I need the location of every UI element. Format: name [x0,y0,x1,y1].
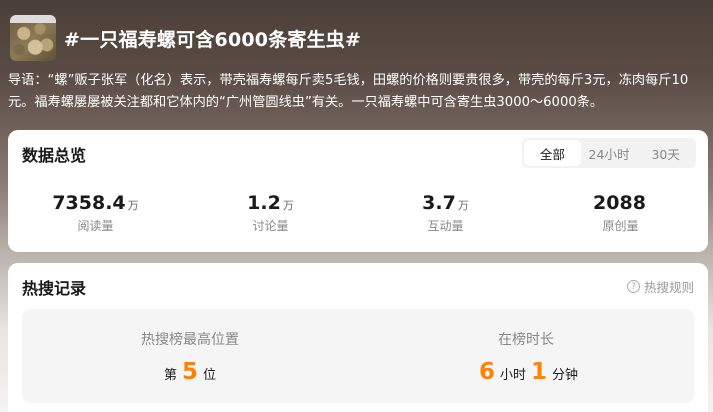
stat-unit: 万 [457,199,469,212]
stats-row: 7358.4 万 阅读量 1.2 万 讨论量 3.7 万 互动量 2088 原创量 [8,192,708,234]
hot-search-title: 热搜记录 [22,279,87,298]
question-circle-icon: ? [626,280,640,293]
stat-label: 阅读量 [77,219,114,233]
topic-guide: 导语：“螺”贩子张军（化名）表示，带壳福寿螺每斤卖5毛钱，田螺的价格则要贵很多，… [8,73,689,110]
peak-position-label: 热搜榜最高位置 [141,332,239,348]
time-range-tabs: 全部 24小时 30天 [522,138,696,168]
time-on-list-label: 在榜时长 [498,332,554,348]
overview-card: 数据总览 全部 24小时 30天 7358.4 万 阅读量 1.2 万 讨论量 3.… [8,130,708,252]
stat-value: 3.7 [422,192,456,214]
thumbnail-top-bar [10,15,56,23]
peak-suffix: 位 [203,368,217,383]
tab-30d[interactable]: 30天 [637,140,694,166]
topic-title: #一只福寿螺可含6000条寄生虫# [64,28,362,51]
stat-interactions: 3.7 万 互动量 [358,192,533,234]
peak-value: 5 [181,359,198,385]
hot-search-card: 热搜记录 ? 热搜规则 热搜榜最高位置 第 5 位 在榜时长 6 小时 1 分钟 [8,263,708,412]
stat-discussions: 1.2 万 讨论量 [183,192,358,234]
tab-all[interactable]: 全部 [524,140,581,166]
rules-label: 热搜规则 [643,280,694,295]
stat-label: 讨论量 [252,219,289,233]
stat-unit: 万 [127,199,139,212]
peak-prefix: 第 [163,368,177,383]
hours-value: 6 [478,359,495,385]
topic-thumbnail [10,15,56,61]
stat-value: 1.2 [247,192,281,214]
overview-title: 数据总览 [22,146,87,165]
tab-24h[interactable]: 24小时 [581,140,638,166]
stat-originals: 2088 原创量 [533,192,708,234]
stat-reads: 7358.4 万 阅读量 [8,192,183,234]
hot-search-rules-link[interactable]: ? 热搜规则 [626,277,694,296]
stat-value: 7358.4 [52,192,126,214]
topic-header: #一只福寿螺可含6000条寄生虫# [10,14,361,62]
hot-search-stats-panel: 热搜榜最高位置 第 5 位 在榜时长 6 小时 1 分钟 [22,309,694,403]
peak-position: 热搜榜最高位置 第 5 位 [22,309,358,403]
minutes-unit: 分钟 [552,368,579,383]
time-on-list: 在榜时长 6 小时 1 分钟 [358,309,694,403]
stat-unit: 万 [282,199,294,212]
stat-label: 互动量 [427,219,464,233]
hours-unit: 小时 [499,368,526,383]
minutes-value: 1 [531,359,548,385]
stat-label: 原创量 [602,219,639,233]
stat-value: 2088 [593,192,646,214]
